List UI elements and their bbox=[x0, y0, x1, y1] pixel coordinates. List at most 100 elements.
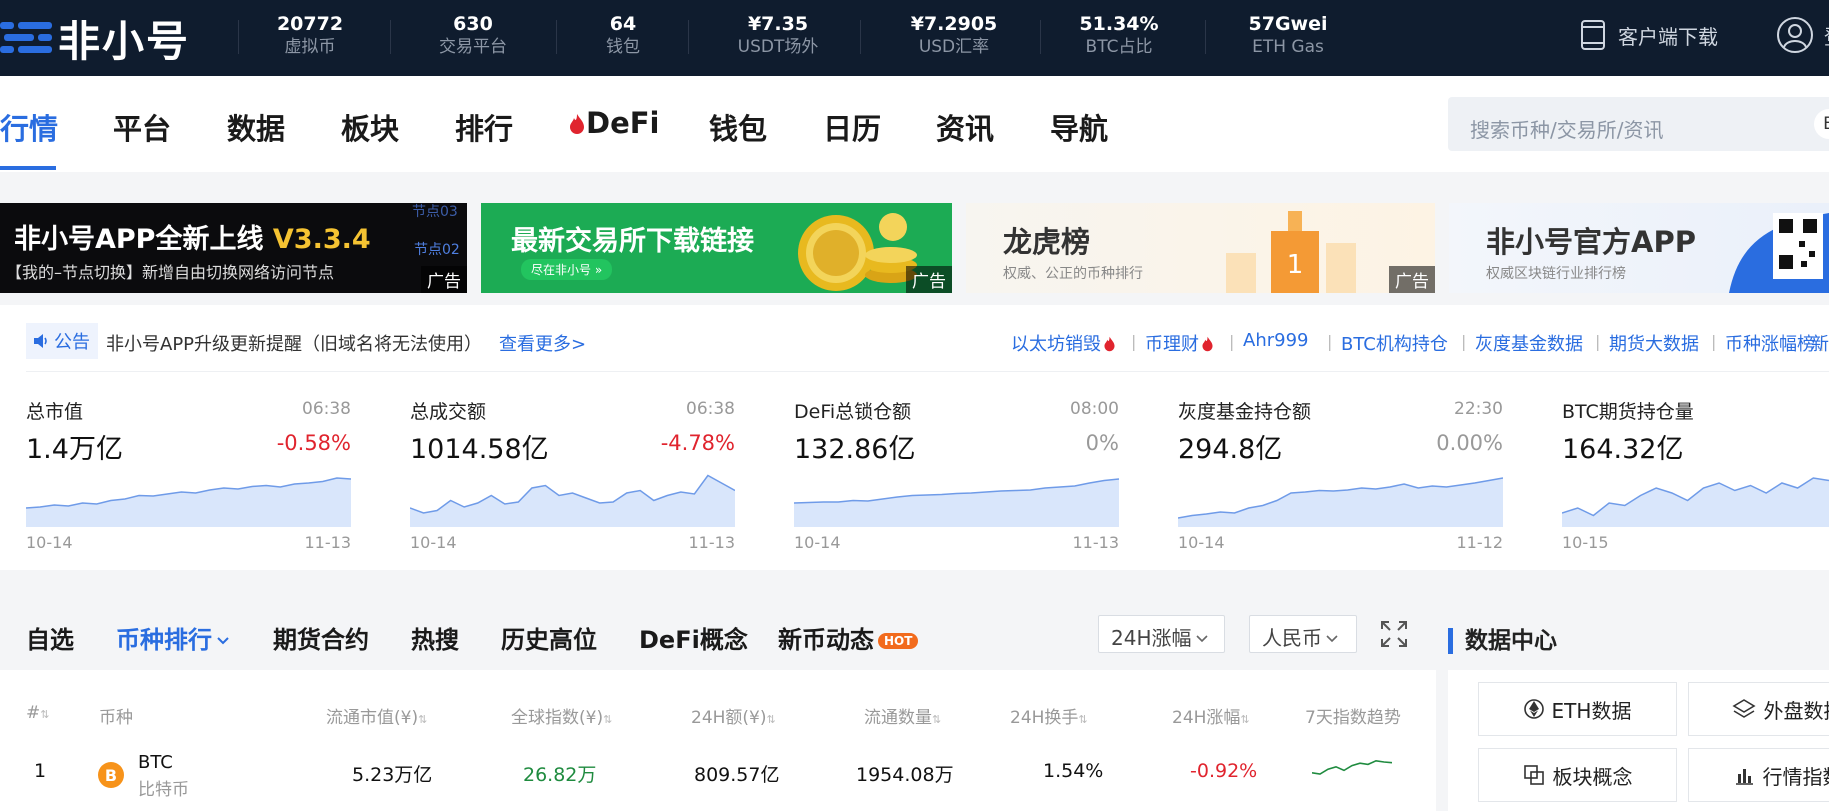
flame-icon bbox=[1202, 336, 1213, 352]
banner-node-label: 节点03 bbox=[412, 204, 458, 220]
nav-item-sector[interactable]: 板块 bbox=[341, 106, 399, 148]
stat-exchanges[interactable]: 630 交易平台 bbox=[408, 12, 538, 58]
notice-tag: 公告 bbox=[26, 323, 98, 359]
metric-time: 22:30 bbox=[1454, 399, 1503, 419]
stat-coins[interactable]: 20772 虚拟币 bbox=[245, 12, 375, 58]
cell-volume: 809.57亿 bbox=[694, 764, 780, 786]
nav-item-guide[interactable]: 导航 bbox=[1050, 106, 1108, 148]
data-center-title: 数据中心 bbox=[1448, 628, 1557, 654]
banner-cta-button: 尽在非小号 » bbox=[521, 259, 613, 280]
hot-badge: HOT bbox=[878, 633, 919, 649]
nav-item-wallet[interactable]: 钱包 bbox=[709, 106, 767, 148]
metric-title: BTC期货持仓量 bbox=[1562, 401, 1694, 423]
link-coin-finance[interactable]: 币理财 bbox=[1145, 330, 1214, 356]
banner-title: 非小号官方APP bbox=[1486, 225, 1696, 259]
link-futures-data[interactable]: 期货大数据 bbox=[1609, 330, 1699, 356]
fullscreen-icon[interactable] bbox=[1380, 620, 1408, 648]
nav-item-calendar[interactable]: 日历 bbox=[823, 106, 881, 148]
stat-value: 57Gwei bbox=[1248, 13, 1328, 35]
external-data-button[interactable]: 外盘数据 bbox=[1688, 682, 1829, 736]
nav-item-ranking[interactable]: 排行 bbox=[455, 106, 513, 148]
speaker-icon bbox=[34, 334, 47, 348]
link-ahr999[interactable]: Ahr999 bbox=[1243, 330, 1308, 351]
coin-symbol[interactable]: BTC bbox=[138, 752, 173, 773]
metric-value: 164.32亿 bbox=[1562, 434, 1684, 465]
nav-item-market[interactable]: 行情 bbox=[0, 106, 58, 148]
currency-select[interactable]: 人民币 bbox=[1249, 615, 1357, 653]
nav-item-label: DeFi bbox=[586, 106, 660, 140]
link-new[interactable]: 新 bbox=[1811, 330, 1829, 356]
column-header[interactable]: #⇅ bbox=[26, 703, 49, 723]
link-eth-burn[interactable]: 以太坊销毁 bbox=[1011, 330, 1116, 356]
banner-title: 最新交易所下载链接 bbox=[511, 226, 754, 257]
link-gainers[interactable]: 币种涨幅榜 bbox=[1725, 330, 1815, 356]
login-button[interactable]: 登 bbox=[1776, 16, 1829, 54]
banner-official-app[interactable]: 非小号官方APP 权威区块链行业排行榜 bbox=[1449, 203, 1829, 293]
eth-data-button[interactable]: ETH数据 bbox=[1478, 682, 1677, 736]
nav-item-platform[interactable]: 平台 bbox=[113, 106, 171, 148]
site-logo[interactable]: 非小号 bbox=[0, 10, 190, 66]
metric-change: 0.00% bbox=[1436, 431, 1503, 455]
stat-eth-gas[interactable]: 57Gwei ETH Gas bbox=[1223, 12, 1353, 58]
stat-wallets[interactable]: 64 钱包 bbox=[558, 12, 688, 58]
banner-subtitle: 权威、公正的币种排行 bbox=[1003, 266, 1143, 282]
select-value: 人民币 bbox=[1262, 626, 1322, 650]
header-label: 24H换手 bbox=[1010, 708, 1079, 728]
tab-watchlist[interactable]: 自选 bbox=[26, 620, 74, 655]
nav-item-data[interactable]: 数据 bbox=[227, 106, 285, 148]
stat-btc-dominance[interactable]: 51.34% BTC占比 bbox=[1054, 12, 1184, 58]
metric-card[interactable]: 总成交额 06:38 1014.58亿 -4.78% 10-14 11-13 bbox=[410, 397, 735, 557]
column-header[interactable]: 24H涨幅⇅ bbox=[1172, 703, 1250, 728]
sector-concept-button[interactable]: 板块概念 bbox=[1478, 748, 1677, 802]
sort-icon: ⇅ bbox=[1078, 713, 1088, 726]
banner-leaderboard[interactable]: 龙虎榜 权威、公正的币种排行 1 广告 bbox=[966, 203, 1435, 293]
metric-card[interactable]: BTC期货持仓量 164.32亿 10-15 bbox=[1562, 397, 1829, 557]
notice-more-link[interactable]: 查看更多> bbox=[499, 330, 586, 356]
stat-usd-rate[interactable]: ¥7.2905 USD汇率 bbox=[889, 12, 1019, 58]
sort-icon: ⇅ bbox=[932, 713, 942, 726]
column-header[interactable]: 流通市值(¥)⇅ bbox=[326, 703, 427, 728]
user-icon bbox=[1777, 17, 1813, 53]
link-grayscale[interactable]: 灰度基金数据 bbox=[1475, 330, 1583, 356]
qr-code-icon bbox=[1729, 213, 1829, 293]
ethereum-icon bbox=[1523, 699, 1544, 719]
column-header[interactable]: 24H换手⇅ bbox=[1010, 703, 1088, 728]
nav-item-news[interactable]: 资讯 bbox=[936, 106, 994, 148]
sort-icon: ⇅ bbox=[418, 713, 428, 726]
column-header[interactable]: 全球指数(¥)⇅ bbox=[511, 703, 612, 728]
tab-new-coins[interactable]: 新币动态 HOT bbox=[778, 620, 919, 655]
layers-icon bbox=[1731, 699, 1756, 718]
metric-title: 总成交额 bbox=[410, 401, 487, 423]
banner-title: 龙虎榜 bbox=[1003, 225, 1091, 259]
stat-label: USD汇率 bbox=[918, 37, 990, 57]
metric-card[interactable]: 总市值 06:38 1.4万亿 -0.58% 10-14 11-13 bbox=[26, 397, 351, 557]
tab-ath[interactable]: 历史高位 bbox=[501, 620, 597, 655]
tab-hot-search[interactable]: 热搜 bbox=[411, 620, 459, 655]
tab-futures[interactable]: 期货合约 bbox=[273, 620, 369, 655]
market-index-button[interactable]: 行情指数 bbox=[1688, 748, 1829, 802]
tab-defi[interactable]: DeFi概念 bbox=[639, 620, 748, 655]
nav-item-defi[interactable]: DeFi bbox=[568, 106, 660, 140]
top-bar: 非小号 20772 虚拟币 630 交易平台 64 钱包 ¥7.35 USDT场外 ¥7… bbox=[0, 0, 1829, 76]
sort-select[interactable]: 24H涨幅 bbox=[1098, 615, 1225, 653]
ad-tag: 广告 bbox=[421, 266, 467, 293]
column-header[interactable]: 流通数量⇅ bbox=[864, 703, 941, 728]
column-header: 7天指数趋势 bbox=[1305, 708, 1401, 728]
search-input[interactable]: 搜索币种/交易所/资讯 B bbox=[1448, 97, 1829, 151]
metric-title: 总市值 bbox=[26, 401, 84, 423]
notice-text[interactable]: 非小号APP升级更新提醒（旧域名将无法使用） bbox=[106, 330, 482, 356]
metric-card[interactable]: 灰度基金持仓额 22:30 294.8亿 0.00% 10-14 11-12 bbox=[1178, 397, 1503, 557]
metric-card[interactable]: DeFi总锁仓额 08:00 132.86亿 0% 10-14 11-13 bbox=[794, 397, 1119, 557]
stat-usdt-otc[interactable]: ¥7.35 USDT场外 bbox=[713, 12, 843, 58]
search-scope-badge[interactable]: B bbox=[1814, 109, 1829, 139]
link-btc-institution[interactable]: BTC机构持仓 bbox=[1341, 330, 1448, 356]
search-placeholder: 搜索币种/交易所/资讯 bbox=[1470, 118, 1664, 142]
banner-exchange-download[interactable]: 最新交易所下载链接 尽在非小号 » 广告 bbox=[481, 203, 952, 293]
column-header[interactable]: 24H额(¥)⇅ bbox=[691, 703, 776, 728]
banner-version: V3.3.4 bbox=[272, 224, 371, 255]
tab-coin-ranking[interactable]: 币种排行 bbox=[116, 620, 230, 655]
client-download-button[interactable]: 客户端下载 bbox=[1580, 20, 1718, 50]
tab-label: 新币动态 bbox=[778, 626, 874, 654]
cell-rank: 1 bbox=[34, 760, 47, 782]
banner-app-release[interactable]: 非小号APP全新上线 V3.3.4 【我的–节点切换】新增自由切换网络访问节点 … bbox=[0, 203, 467, 293]
